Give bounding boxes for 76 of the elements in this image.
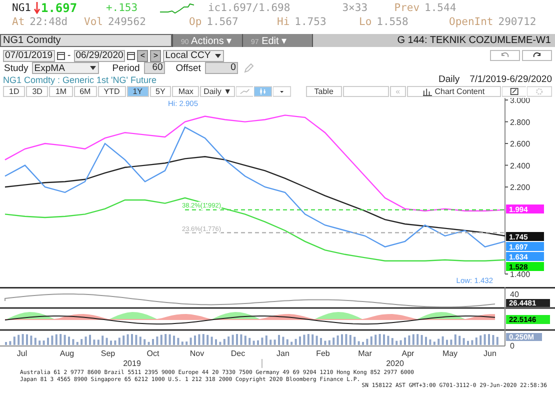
period-button[interactable]: 1D	[3, 86, 26, 97]
table-button[interactable]: Table	[306, 86, 342, 97]
study-dropdown[interactable]: ExpMA	[32, 62, 100, 74]
x-axis-label: Sep	[100, 349, 116, 358]
field-value: 1.567	[206, 16, 238, 28]
ask-price: /1.698	[252, 2, 292, 14]
x-axis-label: Jan	[276, 349, 290, 358]
sparkline-icon	[160, 2, 194, 14]
x-axis-label: Feb	[316, 349, 330, 358]
offset-field[interactable]: 0	[204, 62, 238, 74]
calendar-icon[interactable]	[127, 51, 136, 60]
end-date-field[interactable]: 06/29/2020	[74, 50, 126, 62]
period-button[interactable]: 1Y	[126, 86, 149, 97]
edit-chart-icon[interactable]	[502, 86, 526, 97]
y-axis-label: 2.400	[510, 161, 530, 170]
y-axis-label: 2.800	[510, 118, 530, 127]
bid-price: ic1.697	[208, 2, 252, 14]
x-axis-label: Nov	[190, 349, 204, 358]
y-axis-label: 2.600	[510, 140, 530, 148]
x-axis-label: Jun	[484, 349, 496, 358]
y-axis-label: 0	[510, 342, 514, 350]
field-value: 249562	[108, 16, 146, 28]
period-button[interactable]: 5Y	[150, 86, 172, 97]
caret-icon[interactable]	[90, 66, 96, 70]
period-button[interactable]: 3D	[26, 86, 48, 97]
y-axis-label: 40	[510, 290, 519, 299]
x-axis-label: Jul	[16, 349, 28, 358]
year-label: 2019	[123, 359, 141, 368]
field-label: Op	[189, 16, 202, 28]
x-axis-label: Dec	[230, 349, 246, 358]
security-description: NG1 Comdty : Generic 1st 'NG' Future	[3, 74, 156, 84]
field-label: Hi	[277, 16, 290, 28]
last-price: 1.697	[40, 1, 78, 15]
next-button[interactable]: >	[150, 50, 162, 62]
field-label: At	[12, 16, 25, 28]
period-label: Period	[112, 62, 140, 74]
frequency-dropdown[interactable]: Daily ▼	[200, 86, 235, 97]
period-button[interactable]: 1M	[49, 86, 73, 97]
currency-dropdown[interactable]: Local CCY	[163, 50, 224, 62]
page-title: G 144: TEKNIK COZUMLEME-W1	[312, 34, 555, 47]
period-button[interactable]: Max	[172, 86, 200, 97]
period-field[interactable]: 60	[144, 62, 165, 74]
price-change: +.153	[106, 2, 139, 14]
y-axis-label: 1.400	[510, 270, 530, 279]
start-date-field[interactable]: 07/01/2019	[3, 50, 55, 62]
bid-ask-size: 3×33	[342, 2, 369, 14]
field-label: Lo	[359, 16, 372, 28]
x-axis-label: Apr	[402, 349, 414, 358]
y-axis-label: 2.200	[510, 183, 530, 192]
x-axis-label: Mar	[358, 349, 372, 358]
redo-icon[interactable]	[522, 50, 552, 61]
x-axis-label: May	[442, 349, 458, 358]
security-field[interactable]: NG1 Comdty	[0, 34, 172, 47]
x-axis-label: Aug	[60, 349, 74, 358]
year-label: 2020	[386, 359, 404, 368]
field-value: 1.753	[294, 16, 326, 28]
study-label: Study	[4, 62, 28, 74]
field-label: Vol	[84, 16, 103, 28]
field-label: Prev	[394, 2, 420, 14]
bar-chart-icon[interactable]	[422, 87, 432, 96]
field-value: 1.558	[376, 16, 408, 28]
x-axis-label: Oct	[146, 349, 160, 358]
date-range-label: 7/1/2019-6/29/2020	[470, 74, 552, 85]
caret-icon[interactable]	[215, 54, 222, 58]
period-button[interactable]: YTD	[98, 86, 126, 97]
field-value: 290712	[498, 16, 536, 28]
field-value: 22:48d	[30, 16, 68, 28]
ticker-symbol: NG1	[12, 2, 31, 14]
range-separator: -	[66, 50, 72, 61]
frequency-label: Daily	[438, 74, 460, 85]
field-label: OpenInt	[449, 16, 494, 28]
field-value: 1.544	[424, 2, 456, 14]
previous-button[interactable]: <	[137, 50, 148, 62]
calendar-icon[interactable]	[56, 51, 65, 60]
period-button[interactable]: 6M	[74, 86, 97, 97]
offset-label: Offset	[176, 62, 201, 74]
